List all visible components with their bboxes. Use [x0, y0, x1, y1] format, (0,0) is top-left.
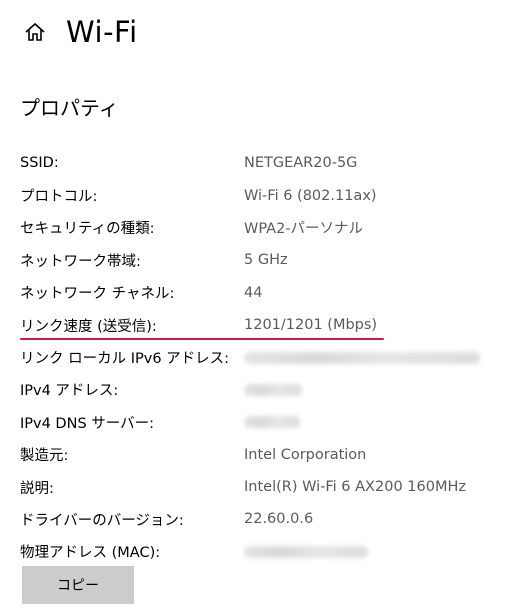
- redacted-value: [244, 416, 300, 429]
- property-row-ssid: SSID: NETGEAR20-5G: [20, 147, 520, 179]
- property-value: 22.60.0.6: [244, 511, 314, 528]
- property-label: SSID:: [20, 155, 59, 172]
- property-label: セキュリティの種類:: [20, 221, 155, 238]
- redacted-value: [244, 351, 480, 364]
- section-title: プロパティ: [20, 96, 119, 120]
- property-row-ipv4-address: IPv4 アドレス:: [20, 374, 520, 406]
- property-label: IPv4 アドレス:: [20, 383, 119, 400]
- redacted-value: [244, 383, 302, 396]
- property-label: リンク ローカル IPv6 アドレス:: [20, 351, 230, 368]
- property-label: 説明:: [20, 480, 54, 497]
- property-row-protocol: プロトコル: Wi-Fi 6 (802.11ax): [20, 179, 520, 211]
- property-value: NETGEAR20-5G: [244, 155, 358, 172]
- highlight-underline: [20, 337, 384, 340]
- property-row-link-local-ipv6: リンク ローカル IPv6 アドレス:: [20, 341, 520, 373]
- property-label: ドライバーのバージョン:: [20, 512, 184, 529]
- home-button[interactable]: [22, 19, 48, 45]
- property-label: リンク速度 (送受信):: [20, 318, 157, 335]
- property-value: 44: [244, 284, 263, 301]
- property-row-link-speed: リンク速度 (送受信): 1201/1201 (Mbps): [20, 309, 520, 341]
- property-label: ネットワーク チャネル:: [20, 286, 175, 303]
- property-row-mac-address: 物理アドレス (MAC):: [20, 536, 520, 568]
- home-icon: [25, 22, 45, 41]
- property-row-description: 説明: Intel(R) Wi-Fi 6 AX200 160MHz: [20, 471, 520, 503]
- property-row-driver-version: ドライバーのバージョン: 22.60.0.6: [20, 503, 520, 535]
- property-row-ipv4-dns: IPv4 DNS サーバー:: [20, 406, 520, 438]
- copy-button[interactable]: コピー: [22, 566, 134, 604]
- property-value: 1201/1201 (Mbps): [244, 317, 378, 334]
- property-row-network-channel: ネットワーク チャネル: 44: [20, 277, 520, 309]
- page-header: Wi-Fi: [22, 10, 138, 54]
- property-value: 5 GHz: [244, 252, 288, 269]
- property-value: Wi-Fi 6 (802.11ax): [244, 187, 377, 204]
- page-title: Wi-Fi: [66, 15, 138, 49]
- property-row-manufacturer: 製造元: Intel Corporation: [20, 439, 520, 471]
- property-value: WPA2-パーソナル: [244, 221, 364, 238]
- property-label: 製造元:: [20, 448, 69, 465]
- properties-list: SSID: NETGEAR20-5G プロトコル: Wi-Fi 6 (802.1…: [20, 147, 520, 568]
- property-label: ネットワーク帯域:: [20, 253, 141, 270]
- property-label: プロトコル:: [20, 189, 98, 206]
- property-value: Intel(R) Wi-Fi 6 AX200 160MHz: [244, 479, 466, 496]
- redacted-value: [244, 545, 368, 558]
- property-label: IPv4 DNS サーバー:: [20, 415, 155, 432]
- property-row-security-type: セキュリティの種類: WPA2-パーソナル: [20, 212, 520, 244]
- property-value: Intel Corporation: [244, 446, 367, 463]
- property-label: 物理アドレス (MAC):: [20, 545, 161, 562]
- property-row-network-band: ネットワーク帯域: 5 GHz: [20, 244, 520, 276]
